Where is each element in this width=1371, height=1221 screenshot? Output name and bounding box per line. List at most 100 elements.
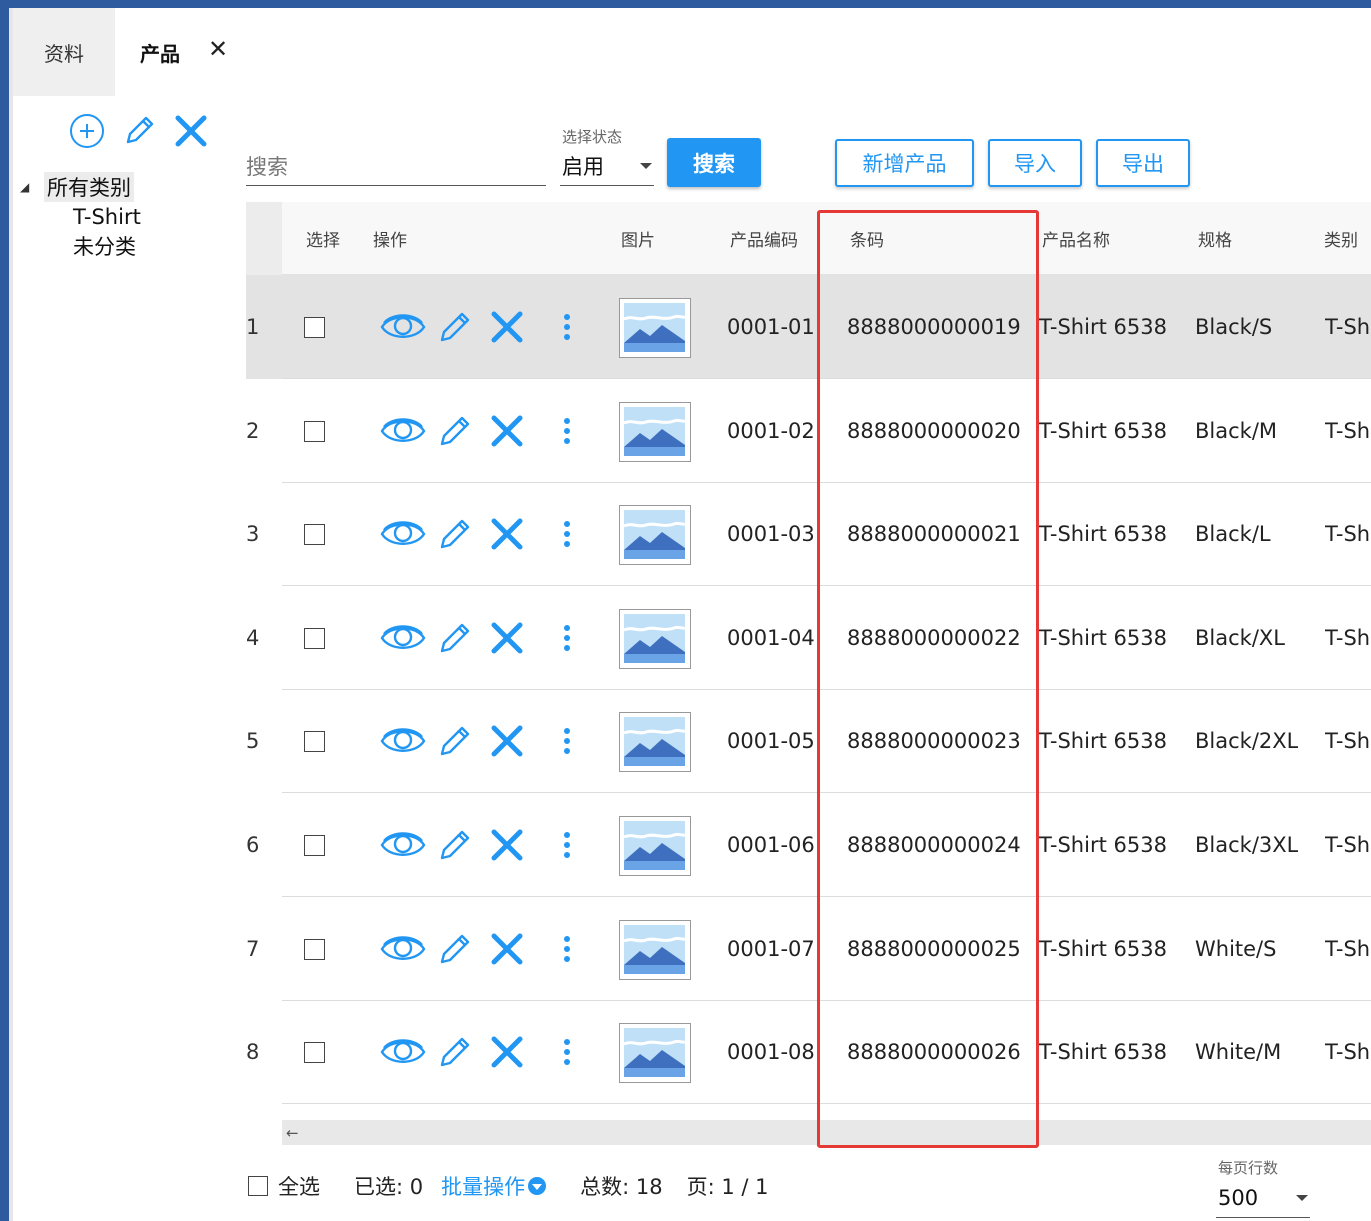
more-button[interactable] <box>562 586 572 690</box>
col-image[interactable]: 图片 <box>621 202 655 275</box>
import-button[interactable]: 导入 <box>988 139 1082 187</box>
pencil-icon[interactable] <box>120 112 158 150</box>
table-row[interactable]: 2 0001-02 8888000000020 T-Shirt 6538 Bla… <box>246 379 1371 483</box>
delete-button[interactable] <box>489 689 525 793</box>
more-button[interactable] <box>562 379 572 483</box>
col-product-name[interactable]: 产品名称 <box>1042 202 1110 275</box>
row-checkbox[interactable] <box>304 420 325 442</box>
product-image[interactable] <box>619 608 691 669</box>
delete-button[interactable] <box>489 482 525 586</box>
chevron-down-icon <box>528 1177 547 1195</box>
add-product-button[interactable]: 新增产品 <box>835 139 974 187</box>
row-checkbox[interactable] <box>304 317 325 338</box>
edit-button[interactable] <box>436 586 474 690</box>
table-row[interactable]: 8 0001-08 8888000000026 T-Shirt 6538 Whi… <box>246 1000 1371 1105</box>
view-button[interactable] <box>380 275 426 379</box>
col-category[interactable]: 类别 <box>1324 202 1358 275</box>
view-button[interactable] <box>380 689 426 793</box>
table-row[interactable]: 5 0001-05 8888000000023 T-Shirt 6538 Bla… <box>246 689 1371 794</box>
barcode-cell[interactable]: 8888000000022 <box>847 586 1021 690</box>
view-button[interactable] <box>380 379 426 483</box>
category-item-tshirt[interactable]: T-Shirt <box>20 202 141 232</box>
table-row[interactable]: 6 0001-06 8888000000024 T-Shirt 6538 Bla… <box>246 793 1371 897</box>
row-checkbox[interactable] <box>304 835 325 856</box>
category-root[interactable]: ◢ 所有类别 <box>20 172 141 202</box>
delete-button[interactable] <box>489 793 525 897</box>
delete-button[interactable] <box>489 897 525 1001</box>
row-checkbox[interactable] <box>304 1042 325 1064</box>
view-button[interactable] <box>380 1000 426 1104</box>
category-item-uncategorized[interactable]: 未分类 <box>20 232 141 262</box>
delete-button[interactable] <box>489 1000 525 1104</box>
tab-info[interactable]: 资料 <box>13 8 115 96</box>
collapse-triangle-icon[interactable]: ◢ <box>20 180 44 194</box>
col-spec[interactable]: 规格 <box>1198 202 1232 275</box>
product-image[interactable] <box>619 505 691 566</box>
barcode-cell[interactable]: 8888000000020 <box>847 379 1021 483</box>
rows-per-page-select[interactable]: 500 <box>1216 1178 1310 1218</box>
export-button[interactable]: 导出 <box>1096 139 1190 187</box>
edit-button[interactable] <box>436 793 474 897</box>
more-button[interactable] <box>562 1000 572 1104</box>
table-row[interactable]: 3 0001-03 8888000000021 T-Shirt 6538 Bla… <box>246 482 1371 587</box>
tab-close-icon[interactable]: ✕ <box>208 35 228 63</box>
view-button[interactable] <box>380 897 426 1001</box>
view-button[interactable] <box>380 586 426 690</box>
tab-products[interactable]: 产品 ✕ <box>140 30 228 74</box>
product-image[interactable] <box>619 816 691 876</box>
delete-button[interactable] <box>489 275 525 379</box>
edit-button[interactable] <box>436 897 474 1001</box>
more-button[interactable] <box>562 275 572 379</box>
row-checkbox[interactable] <box>304 938 325 960</box>
horizontal-scrollbar[interactable]: ← <box>282 1120 1371 1145</box>
col-product-code[interactable]: 产品编码 <box>730 202 798 275</box>
category-cell: T-Sh <box>1325 1040 1371 1065</box>
search-button[interactable]: 搜索 <box>667 138 761 187</box>
view-button[interactable] <box>380 482 426 586</box>
select-all-label[interactable]: 全选 <box>278 1171 320 1201</box>
status-select[interactable]: 启用 <box>560 146 654 186</box>
delete-button[interactable] <box>489 379 525 483</box>
barcode-cell[interactable]: 8888000000025 <box>847 897 1021 1001</box>
product-image[interactable] <box>619 919 691 980</box>
col-barcode[interactable]: 条码 <box>850 202 884 275</box>
search-input[interactable]: 搜索 <box>246 146 546 186</box>
edit-button[interactable] <box>436 482 474 586</box>
pencil-icon <box>440 623 470 652</box>
edit-button[interactable] <box>436 689 474 793</box>
barcode-cell[interactable]: 8888000000024 <box>847 793 1021 897</box>
more-button[interactable] <box>562 897 572 1001</box>
scroll-left-icon[interactable]: ← <box>286 1120 299 1145</box>
edit-button[interactable] <box>436 275 474 379</box>
product-image[interactable] <box>619 298 691 358</box>
close-icon <box>491 415 523 447</box>
image-placeholder-icon <box>623 510 686 560</box>
row-checkbox[interactable] <box>304 627 325 649</box>
table-row[interactable]: 7 0001-07 8888000000025 T-Shirt 6538 Whi… <box>246 897 1371 1001</box>
product-image[interactable] <box>619 712 691 773</box>
close-icon[interactable] <box>172 112 210 150</box>
table-row[interactable]: 4 0001-04 8888000000022 T-Shirt 6538 Bla… <box>246 586 1371 690</box>
product-image[interactable] <box>619 1023 691 1084</box>
col-select[interactable]: 选择 <box>306 202 340 275</box>
more-button[interactable] <box>562 793 572 897</box>
product-image[interactable] <box>619 401 691 462</box>
edit-button[interactable] <box>436 1000 474 1104</box>
table-row[interactable]: 1 0001-01 8888000000019 T-Shirt 6538 Bla… <box>246 275 1371 379</box>
barcode-cell[interactable]: 8888000000023 <box>847 689 1021 793</box>
barcode-cell[interactable]: 8888000000021 <box>847 482 1021 586</box>
barcode-cell[interactable]: 8888000000019 <box>847 275 1021 379</box>
more-button[interactable] <box>562 689 572 793</box>
row-checkbox[interactable] <box>304 731 325 753</box>
select-all-checkbox[interactable] <box>248 1176 268 1196</box>
row-checkbox[interactable] <box>304 524 325 546</box>
product-name-cell: T-Shirt 6538 <box>1039 625 1167 650</box>
delete-button[interactable] <box>489 586 525 690</box>
barcode-cell[interactable]: 8888000000026 <box>847 1000 1021 1104</box>
bulk-actions-menu[interactable]: 批量操作 <box>441 1171 547 1201</box>
edit-button[interactable] <box>436 379 474 483</box>
col-actions[interactable]: 操作 <box>373 202 407 275</box>
add-circle-icon[interactable] <box>68 112 106 150</box>
more-button[interactable] <box>562 482 572 586</box>
view-button[interactable] <box>380 793 426 897</box>
